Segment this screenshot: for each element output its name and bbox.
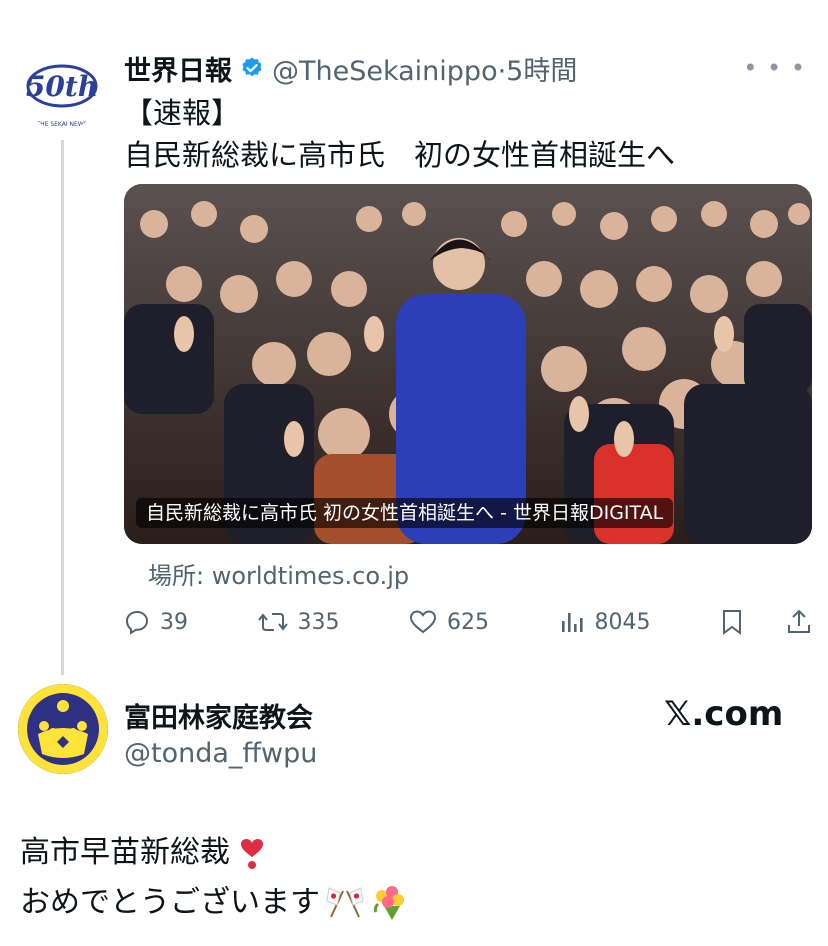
heart-icon <box>409 610 437 634</box>
post-text: 高市早苗新総裁 おめでとうございます <box>20 828 408 928</box>
bouquet-icon <box>373 886 404 920</box>
like-count: 625 <box>447 609 489 635</box>
action-bar: 39 335 625 8045 <box>124 600 812 644</box>
views-icon <box>561 613 583 632</box>
quoted-post-header: 世界日報 @TheSekainippo·5時間 <box>124 48 577 88</box>
thread-line <box>61 140 64 675</box>
crossed-flags-icon <box>326 887 364 918</box>
bookmark-icon[interactable] <box>720 608 744 636</box>
quoted-text-line-1: 【速報】 <box>124 96 241 130</box>
share-icon[interactable] <box>786 608 812 636</box>
quoted-handle-time[interactable]: @TheSekainippo·5時間 <box>272 49 577 88</box>
verified-badge-icon <box>240 56 264 80</box>
views-button[interactable]: 8045 <box>559 609 651 635</box>
repost-count: 335 <box>297 609 340 635</box>
more-options-icon[interactable]: • • • <box>743 54 806 82</box>
x-brand-logo: 𝕏.com <box>664 694 784 734</box>
sekai-logo: 50th THE SEKAI NEWS <box>24 52 100 128</box>
like-button[interactable]: 625 <box>409 609 489 635</box>
quoted-post-text: 【速報】 自民新総裁に高市氏 初の女性首相誕生へ <box>124 92 794 176</box>
sekai-avatar[interactable]: 50th THE SEKAI NEWS <box>22 50 102 130</box>
reply-icon <box>125 610 149 635</box>
family-church-logo <box>18 684 108 774</box>
crowd-photo <box>124 184 812 544</box>
reply-button[interactable]: 39 <box>124 609 188 635</box>
quoted-display-name[interactable]: 世界日報 <box>124 49 232 88</box>
heart-exclamation-icon <box>241 839 263 869</box>
repost-icon <box>257 613 288 631</box>
source-link[interactable]: 場所: worldtimes.co.jp <box>148 556 409 591</box>
post-text-line-1: 高市早苗新総裁 <box>20 835 230 870</box>
reposter-display-name[interactable]: 富田林家庭教会 <box>124 696 313 735</box>
tonda-avatar[interactable] <box>18 684 108 774</box>
link-card-image[interactable]: 自民新総裁に高市氏 初の女性首相誕生へ - 世界日報DIGITAL <box>124 184 812 544</box>
sekai-logo-caption: THE SEKAI NEWS <box>35 121 87 128</box>
quoted-text-line-2: 自民新総裁に高市氏 初の女性首相誕生へ <box>124 138 676 172</box>
reposter-handle[interactable]: @tonda_ffwpu <box>124 738 317 769</box>
secondary-actions <box>720 608 812 636</box>
post-text-line-2: おめでとうございます <box>20 885 320 920</box>
reply-count: 39 <box>160 609 188 635</box>
media-caption: 自民新総裁に高市氏 初の女性首相誕生へ - 世界日報DIGITAL <box>136 498 674 528</box>
repost-button[interactable]: 335 <box>257 609 340 635</box>
views-count: 8045 <box>594 609 651 635</box>
sekai-logo-text: 50th <box>26 70 98 103</box>
